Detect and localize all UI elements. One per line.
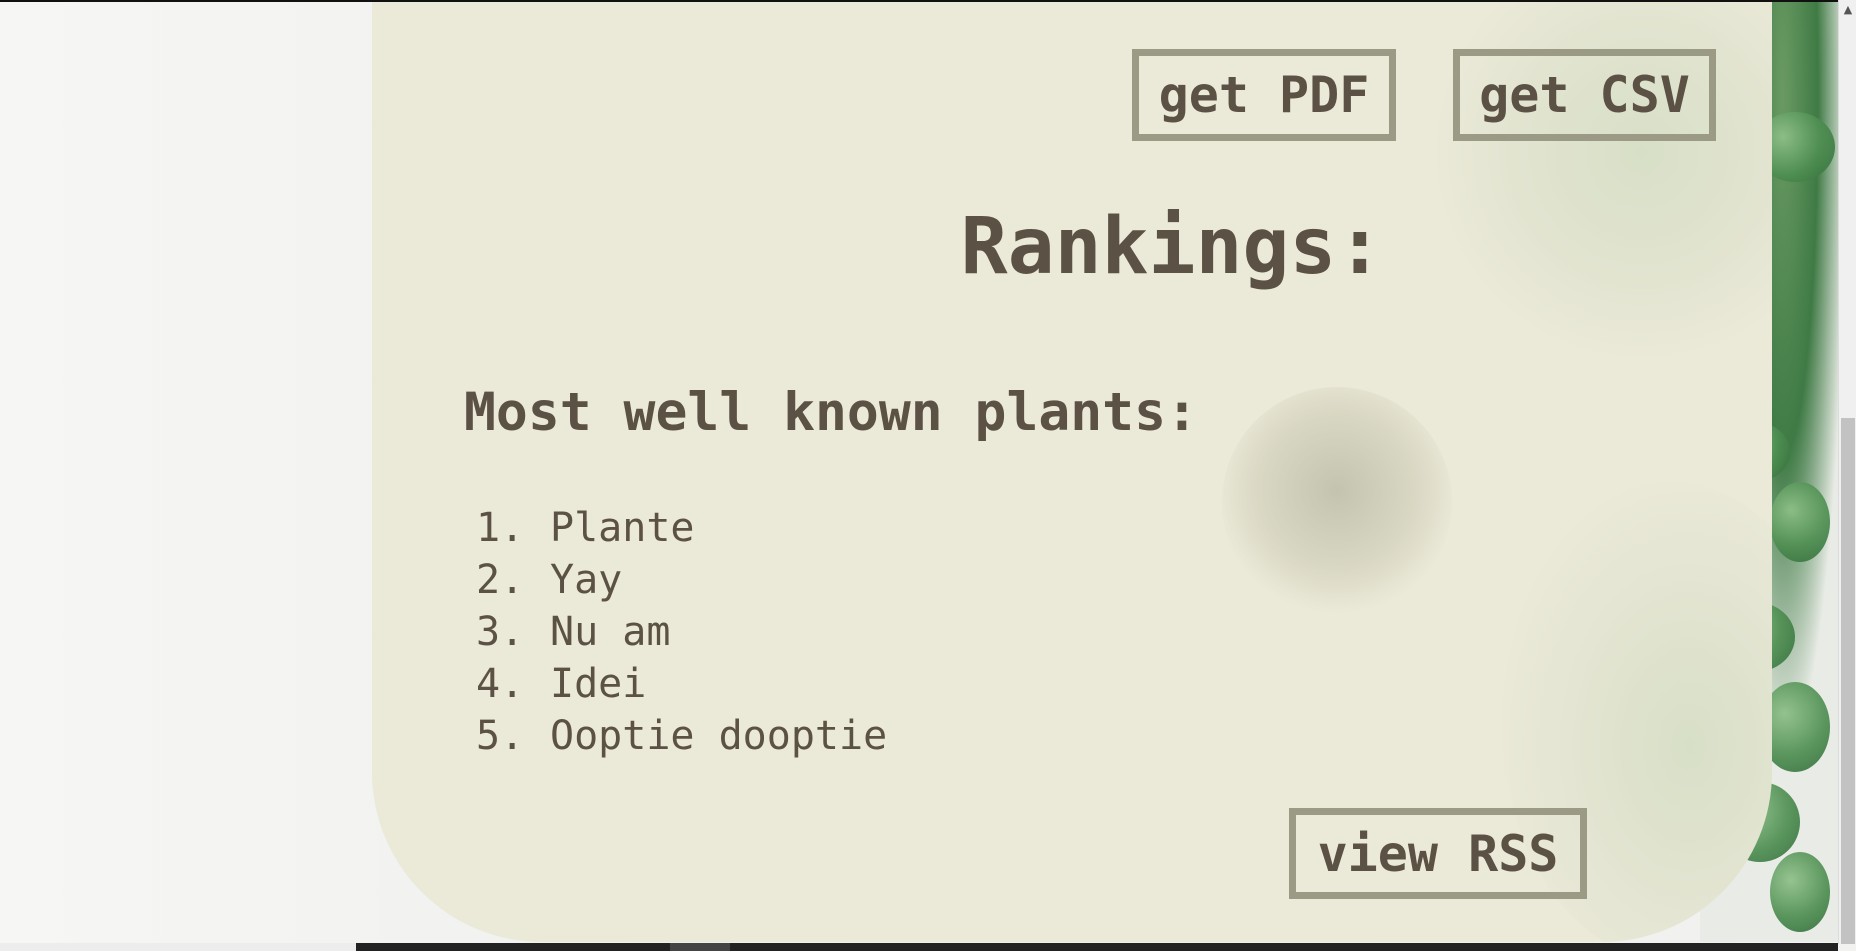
plant-name: Plante: [550, 505, 695, 551]
cactus-decoration: [1222, 387, 1452, 617]
list-item: 5. Ooptie dooptie: [476, 710, 887, 762]
ranking-list: 1. Plante 2. Yay 3. Nu am 4. Idei 5. Ooptie d…: [476, 502, 887, 762]
list-item: 4. Idei: [476, 658, 887, 710]
rank-number: 2.: [476, 557, 525, 603]
rankings-card: get PDF get CSV Rankings: Most well know…: [372, 2, 1772, 942]
horizontal-scrollbar[interactable]: [356, 943, 1838, 951]
rank-number: 5.: [476, 713, 525, 759]
vertical-scrollbar[interactable]: ▲: [1838, 0, 1856, 944]
list-item: 2. Yay: [476, 554, 887, 606]
rank-number: 3.: [476, 609, 525, 655]
get-csv-button[interactable]: get CSV: [1453, 49, 1716, 141]
list-item: 1. Plante: [476, 502, 887, 554]
plant-name: Nu am: [550, 609, 671, 655]
section-title: Most well known plants:: [464, 382, 1198, 443]
rank-number: 1.: [476, 505, 525, 551]
plant-name: Ooptie dooptie: [550, 713, 888, 759]
bottom-edge: [0, 943, 356, 951]
plant-name: Idei: [550, 661, 647, 707]
chevron-up-icon[interactable]: ▲: [1839, 0, 1856, 18]
list-item: 3. Nu am: [476, 606, 887, 658]
view-rss-button[interactable]: view RSS: [1289, 808, 1587, 899]
scrollbar-thumb[interactable]: [1841, 418, 1855, 944]
horizontal-scrollbar-thumb[interactable]: [670, 943, 730, 951]
get-pdf-button[interactable]: get PDF: [1132, 49, 1396, 141]
page-title: Rankings:: [960, 202, 1384, 292]
rank-number: 4.: [476, 661, 525, 707]
plant-name: Yay: [550, 557, 623, 603]
browser-viewport: get PDF get CSV Rankings: Most well know…: [0, 0, 1856, 951]
